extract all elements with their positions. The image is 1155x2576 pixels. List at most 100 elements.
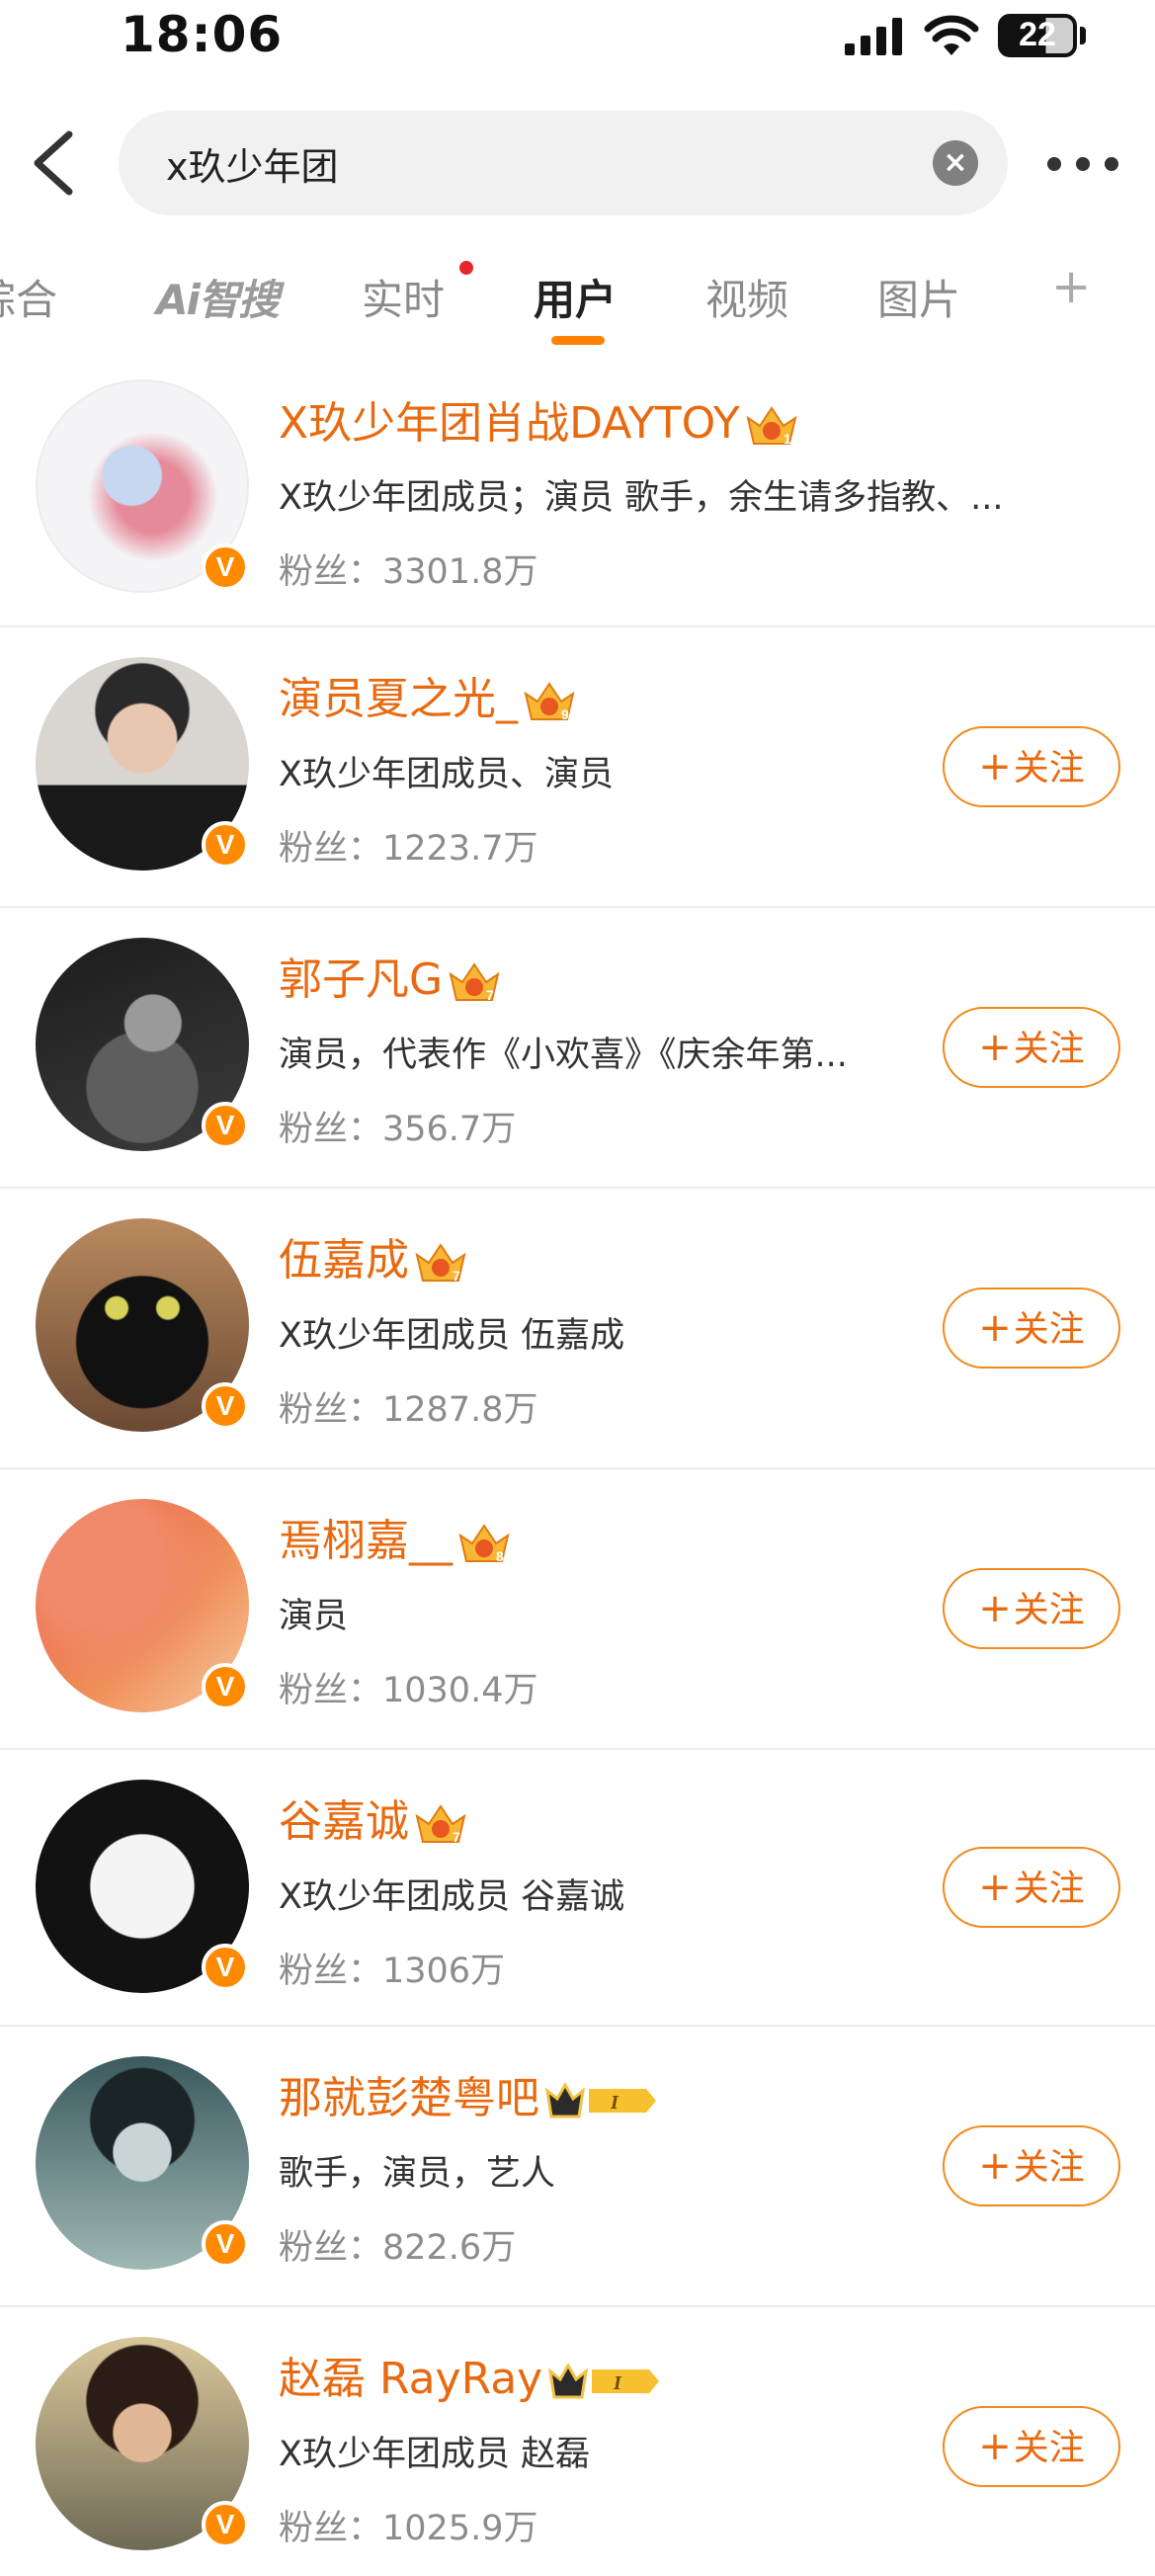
follow-button[interactable]: +关注 — [943, 726, 1120, 807]
membership-crown-icon: I — [548, 2362, 660, 2399]
svg-text:8: 8 — [496, 1548, 504, 1564]
user-name[interactable]: 郭子凡G 7 — [279, 944, 502, 1007]
user-name-text: 郭子凡G — [279, 955, 444, 1005]
search-tabs: 综合 Ai智搜 实时 用户 视频 图片 + — [0, 247, 1155, 346]
user-description: X玖少年团成员 赵磊 — [279, 2435, 591, 2474]
plus-icon: + — [978, 744, 1012, 789]
clear-search-icon[interactable]: × — [933, 140, 978, 186]
follow-button[interactable]: +关注 — [943, 1568, 1120, 1649]
user-name-text: X玖少年团肖战DAYTOY — [279, 398, 740, 449]
plus-icon: + — [978, 1305, 1012, 1351]
follow-label: 关注 — [1013, 1869, 1085, 1909]
search-input[interactable]: x玖少年团 × — [119, 111, 1008, 215]
follow-label: 关注 — [1013, 2147, 1085, 2188]
membership-crown-icon: I — [544, 2081, 656, 2119]
verified-badge-icon: V — [202, 2501, 249, 2548]
user-description: 演员，代表作《小欢喜》《庆余年第... — [279, 1036, 848, 1075]
user-fan-count: 粉丝：822.6万 — [279, 2228, 517, 2268]
battery-nub — [1080, 27, 1086, 44]
user-name[interactable]: 赵磊 RayRay I — [279, 2343, 663, 2406]
tab-ai-search[interactable]: Ai智搜 — [156, 267, 280, 327]
user-fan-count: 粉丝：3301.8万 — [279, 552, 538, 592]
follow-button[interactable]: +关注 — [943, 1288, 1120, 1369]
user-name[interactable]: 谷嘉诚 7 — [279, 1786, 468, 1849]
user-description: 歌手，演员，艺人 — [279, 2154, 556, 2194]
verified-badge-icon: V — [202, 543, 249, 591]
user-description: X玖少年团成员 伍嘉成 — [279, 1316, 625, 1356]
plus-icon: + — [978, 1025, 1012, 1070]
verified-badge-icon: V — [202, 1663, 249, 1710]
user-description: 演员 — [279, 1597, 349, 1636]
battery-icon: 22 — [998, 14, 1077, 57]
membership-crown-icon: 7 — [415, 1804, 466, 1845]
battery-level: 22 — [1019, 16, 1056, 53]
follow-label: 关注 — [1013, 748, 1085, 789]
follow-button[interactable]: +关注 — [943, 2125, 1120, 2206]
more-options-button[interactable] — [1047, 143, 1118, 183]
user-fan-count: 粉丝：1306万 — [279, 1952, 506, 1991]
user-name[interactable]: X玖少年团肖战DAYTOY 10 — [279, 387, 799, 451]
user-name-text: 演员夏之光_ — [279, 674, 518, 724]
membership-crown-icon: 7 — [449, 962, 500, 1003]
user-fan-count: 粉丝：1025.9万 — [279, 2509, 538, 2548]
verified-badge-icon: V — [202, 2220, 249, 2268]
svg-text:I: I — [613, 2372, 622, 2394]
follow-button[interactable]: +关注 — [943, 1847, 1120, 1928]
tab-realtime[interactable]: 实时 — [362, 267, 445, 327]
user-name-text: 焉栩嘉__ — [279, 1516, 453, 1566]
membership-crown-icon: 9 — [524, 682, 575, 722]
tab-users[interactable]: 用户 — [534, 267, 617, 327]
follow-label: 关注 — [1013, 1029, 1085, 1069]
user-result-row[interactable]: V 那就彭楚粤吧 I 歌手，演员，艺人 粉丝：822.6万 +关注 — [0, 2027, 1155, 2307]
user-result-row[interactable]: V 赵磊 RayRay I X玖少年团成员 赵磊 粉丝：1025.9万 +关注 — [0, 2307, 1155, 2576]
user-name[interactable]: 那就彭楚粤吧 I — [279, 2062, 660, 2125]
membership-crown-icon: 7 — [415, 1243, 466, 1284]
user-description: X玖少年团成员、演员 — [279, 755, 614, 794]
user-name[interactable]: 伍嘉成 7 — [279, 1224, 468, 1288]
status-bar: 18:06 22 — [0, 0, 1155, 79]
user-fan-count: 粉丝：356.7万 — [279, 1110, 517, 1149]
user-result-row[interactable]: V 谷嘉诚 7 X玖少年团成员 谷嘉诚 粉丝：1306万 +关注 — [0, 1750, 1155, 2027]
plus-icon: + — [978, 2143, 1012, 2189]
user-result-row[interactable]: V 郭子凡G 7 演员，代表作《小欢喜》《庆余年第... 粉丝：356.7万 +关注 — [0, 908, 1155, 1189]
verified-badge-icon: V — [202, 1944, 249, 1991]
user-result-row[interactable]: V 伍嘉成 7 X玖少年团成员 伍嘉成 粉丝：1287.8万 +关注 — [0, 1189, 1155, 1469]
add-tab-button[interactable]: + — [1051, 259, 1091, 314]
tab-images[interactable]: 图片 — [877, 267, 960, 327]
user-name-text: 那就彭楚粤吧 — [279, 2073, 539, 2123]
user-description: X玖少年团成员；演员 歌手，余生请多指教、... — [279, 478, 1004, 518]
user-name-text: 赵磊 RayRay — [279, 2354, 543, 2404]
membership-crown-icon: 10 — [746, 406, 799, 447]
user-description: X玖少年团成员 谷嘉诚 — [279, 1877, 625, 1917]
user-results-list: V X玖少年团肖战DAYTOY 10 X玖少年团成员；演员 歌手，余生请多指教、...… — [0, 366, 1155, 2576]
user-result-row[interactable]: V X玖少年团肖战DAYTOY 10 X玖少年团成员；演员 歌手，余生请多指教、...… — [0, 366, 1155, 627]
notification-dot — [459, 261, 473, 275]
user-result-row[interactable]: V 演员夏之光_ 9 X玖少年团成员、演员 粉丝：1223.7万 +关注 — [0, 627, 1155, 908]
svg-text:7: 7 — [453, 1268, 460, 1284]
tab-video[interactable]: 视频 — [705, 267, 788, 327]
user-result-row[interactable]: V 焉栩嘉__ 8 演员粉丝：1030.4万 +关注 — [0, 1469, 1155, 1750]
user-name[interactable]: 焉栩嘉__ 8 — [279, 1505, 512, 1568]
svg-text:7: 7 — [486, 987, 494, 1003]
svg-text:7: 7 — [453, 1829, 460, 1845]
user-fan-count: 粉丝：1223.7万 — [279, 829, 538, 869]
verified-badge-icon: V — [202, 1102, 249, 1149]
search-query: x玖少年团 — [166, 145, 339, 189]
membership-crown-icon: 8 — [458, 1524, 510, 1564]
verified-badge-icon: V — [202, 821, 249, 869]
user-name-text: 谷嘉诚 — [279, 1796, 409, 1847]
svg-text:I: I — [610, 2092, 619, 2114]
follow-button[interactable]: +关注 — [943, 2406, 1120, 2487]
user-name[interactable]: 演员夏之光_ 9 — [279, 663, 577, 726]
follow-button[interactable]: +关注 — [943, 1007, 1120, 1088]
follow-label: 关注 — [1013, 2428, 1085, 2468]
tab-comprehensive[interactable]: 综合 — [0, 267, 57, 327]
svg-text:10: 10 — [784, 431, 799, 447]
back-arrow-icon[interactable] — [30, 130, 77, 196]
plus-icon: + — [978, 1586, 1012, 1631]
user-fan-count: 粉丝：1287.8万 — [279, 1390, 538, 1430]
follow-label: 关注 — [1013, 1590, 1085, 1630]
user-name-text: 伍嘉成 — [279, 1235, 409, 1286]
user-fan-count: 粉丝：1030.4万 — [279, 1671, 538, 1710]
follow-label: 关注 — [1013, 1309, 1085, 1350]
